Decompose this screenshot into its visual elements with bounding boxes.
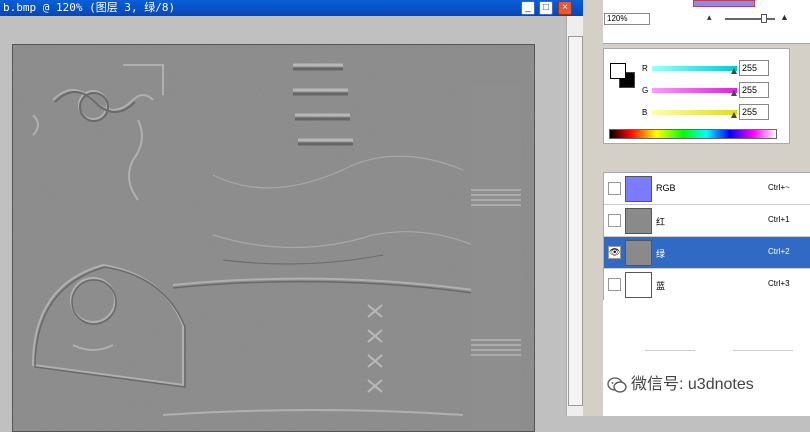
r-slider[interactable] bbox=[652, 66, 737, 71]
channel-shortcut: Ctrl+2 bbox=[768, 247, 790, 256]
document-window: b.bmp @ 120% (图层 3, 绿/8) _ □ × bbox=[0, 0, 583, 432]
navigator-preview-box[interactable] bbox=[693, 0, 755, 7]
b-slider[interactable] bbox=[652, 110, 737, 115]
scrollbar-thumb[interactable] bbox=[568, 36, 583, 406]
watermark: 微信号: u3dnotes bbox=[607, 370, 754, 394]
visibility-toggle[interactable] bbox=[608, 214, 621, 227]
channels-panel: RGB Ctrl+~ 红 Ctrl+1 👁 绿 Ctrl+2 蓝 Ctrl+3 bbox=[603, 172, 810, 301]
r-value-field[interactable]: 255 bbox=[739, 60, 769, 76]
channel-row-blue[interactable]: 蓝 Ctrl+3 bbox=[604, 269, 810, 301]
right-strip bbox=[471, 85, 521, 431]
channel-shortcut: Ctrl+1 bbox=[768, 215, 790, 224]
close-button[interactable]: × bbox=[558, 1, 572, 15]
zoom-in-icon[interactable]: ▲ bbox=[780, 12, 789, 22]
color-panel: R 255 G 255 B 255 bbox=[603, 48, 790, 144]
foreground-color-swatch[interactable] bbox=[610, 63, 626, 79]
zoom-slider-knob[interactable] bbox=[761, 14, 767, 23]
navigator-panel: 120% ▴ ▲ bbox=[603, 0, 810, 44]
minimize-button[interactable]: _ bbox=[521, 1, 535, 15]
r-label: R bbox=[642, 64, 648, 73]
channel-thumbnail bbox=[625, 208, 652, 234]
normal-map-texture bbox=[13, 45, 534, 431]
b-label: B bbox=[642, 108, 648, 117]
channel-shortcut: Ctrl+3 bbox=[768, 279, 790, 288]
channel-row-rgb[interactable]: RGB Ctrl+~ bbox=[604, 173, 810, 205]
channel-thumbnail bbox=[625, 240, 652, 266]
channel-thumbnail bbox=[625, 176, 652, 202]
channel-name: 绿 bbox=[656, 249, 666, 259]
channel-thumbnail bbox=[625, 272, 652, 298]
divider bbox=[645, 350, 695, 351]
color-spectrum-bar[interactable] bbox=[609, 129, 777, 139]
right-panel: 120% ▴ ▲ R 255 G 255 B 255 RGB Ctrl+~ 红 … bbox=[583, 0, 810, 416]
g-slider[interactable] bbox=[652, 88, 737, 93]
zoom-field[interactable]: 120% bbox=[604, 13, 650, 25]
watermark-text: 微信号: u3dnotes bbox=[631, 376, 754, 393]
b-slider-knob[interactable] bbox=[731, 112, 737, 118]
zoom-slider[interactable] bbox=[725, 14, 775, 23]
channel-name: RGB bbox=[656, 183, 676, 193]
g-label: G bbox=[642, 86, 649, 95]
canvas-area[interactable] bbox=[0, 16, 583, 432]
wechat-icon bbox=[607, 377, 627, 393]
g-value-field[interactable]: 255 bbox=[739, 82, 769, 98]
vertical-scrollbar[interactable] bbox=[566, 16, 583, 416]
channel-name: 蓝 bbox=[656, 281, 666, 291]
panel-empty-area: 微信号: u3dnotes bbox=[603, 300, 810, 416]
maximize-button[interactable]: □ bbox=[539, 1, 553, 15]
zoom-out-icon[interactable]: ▴ bbox=[707, 12, 712, 23]
image-canvas[interactable] bbox=[12, 44, 535, 432]
b-value-field[interactable]: 255 bbox=[739, 104, 769, 120]
visibility-toggle[interactable] bbox=[608, 278, 621, 291]
channel-name: 红 bbox=[656, 217, 666, 227]
divider bbox=[733, 350, 793, 351]
g-slider-knob[interactable] bbox=[731, 90, 737, 96]
window-title: b.bmp @ 120% (图层 3, 绿/8) bbox=[3, 1, 176, 14]
channel-shortcut: Ctrl+~ bbox=[768, 183, 790, 192]
r-slider-knob[interactable] bbox=[731, 68, 737, 74]
eye-icon[interactable]: 👁 bbox=[608, 246, 621, 259]
channel-row-red[interactable]: 红 Ctrl+1 bbox=[604, 205, 810, 237]
window-titlebar[interactable]: b.bmp @ 120% (图层 3, 绿/8) bbox=[0, 0, 583, 16]
channel-row-green[interactable]: 👁 绿 Ctrl+2 bbox=[604, 237, 810, 269]
visibility-toggle[interactable] bbox=[608, 182, 621, 195]
